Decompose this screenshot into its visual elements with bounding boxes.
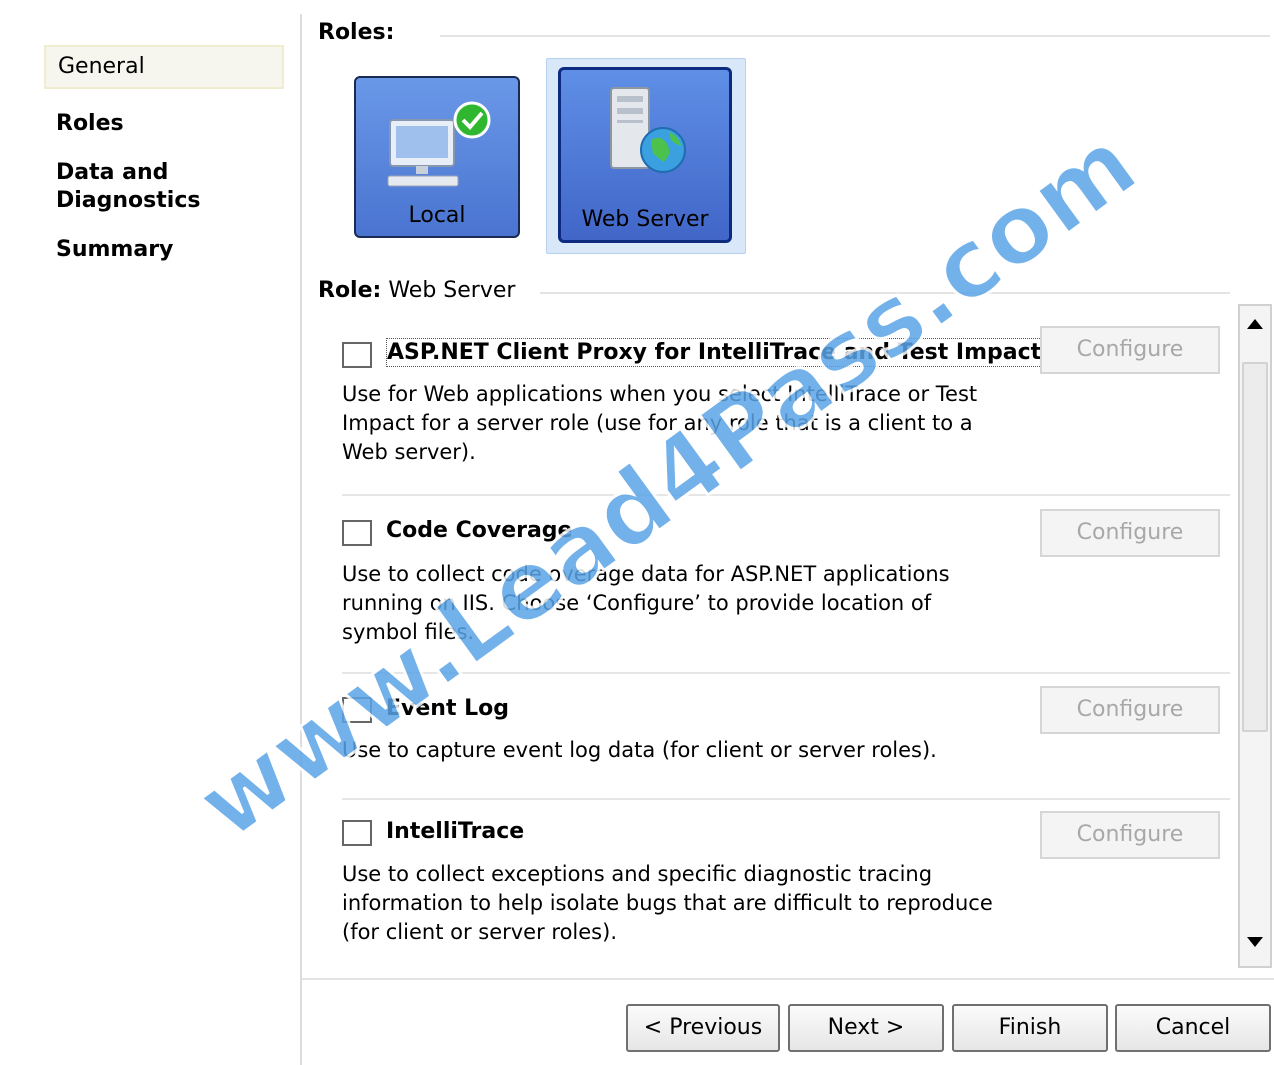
item-description: Use to collect exceptions and specific d… bbox=[342, 860, 1042, 947]
role-tile-label: Local bbox=[408, 203, 466, 228]
role-heading-label: Role: bbox=[318, 278, 382, 303]
configure-button-event-log[interactable]: Configure bbox=[1040, 686, 1220, 734]
cancel-button[interactable]: Cancel bbox=[1115, 1004, 1271, 1052]
item-title: Event Log bbox=[386, 696, 510, 721]
item-description: Use for Web applications when you select… bbox=[342, 380, 1032, 467]
scroll-down-arrow-icon[interactable] bbox=[1244, 932, 1266, 952]
item-description: Use to capture event log data (for clien… bbox=[342, 736, 1032, 765]
nav-item-summary[interactable]: Summary bbox=[44, 230, 284, 270]
desc-line: Web server). bbox=[342, 440, 476, 464]
configure-button-asp-net-client-proxy[interactable]: Configure bbox=[1040, 326, 1220, 374]
previous-button[interactable]: < Previous bbox=[626, 1004, 780, 1052]
desc-line: running on IIS. Choose ‘Configure’ to pr… bbox=[342, 591, 932, 615]
checkbox-asp-net-client-proxy[interactable] bbox=[342, 342, 372, 368]
computer-check-icon bbox=[387, 101, 491, 187]
item-description: Use to collect code overage data for ASP… bbox=[342, 560, 1032, 647]
footer-divider bbox=[302, 978, 1274, 980]
role-heading-line bbox=[540, 292, 1230, 294]
scroll-up-arrow-icon[interactable] bbox=[1244, 314, 1266, 334]
finish-button[interactable]: Finish bbox=[952, 1004, 1108, 1052]
role-tile-web-server-wrap: Web Server bbox=[546, 58, 746, 254]
desc-line: (for client or server roles). bbox=[342, 920, 617, 944]
role-heading-value: Web Server bbox=[388, 278, 516, 303]
desc-line: Impact for a server role (use for any ro… bbox=[342, 411, 973, 435]
item-title: IntelliTrace bbox=[386, 819, 525, 844]
item-separator bbox=[342, 494, 1230, 496]
nav-item-general[interactable]: General bbox=[44, 45, 284, 89]
checkbox-event-log[interactable] bbox=[342, 697, 372, 723]
checkbox-intellitrace[interactable] bbox=[342, 820, 372, 846]
roles-heading-line bbox=[440, 35, 1270, 37]
configure-button-intellitrace[interactable]: Configure bbox=[1040, 811, 1220, 859]
desc-line: Use to collect code overage data for ASP… bbox=[342, 562, 950, 586]
role-tile-label: Web Server bbox=[581, 207, 709, 232]
configure-button-code-coverage[interactable]: Configure bbox=[1040, 509, 1220, 557]
item-title[interactable]: ASP.NET Client Proxy for IntelliTrace an… bbox=[386, 338, 1053, 367]
item-separator bbox=[342, 672, 1230, 674]
nav-item-roles[interactable]: Roles bbox=[44, 104, 284, 144]
checkbox-code-coverage[interactable] bbox=[342, 520, 372, 546]
item-separator bbox=[342, 798, 1230, 800]
role-tile-local[interactable]: Local bbox=[354, 76, 520, 238]
role-heading: Role: Web Server bbox=[318, 278, 515, 303]
role-tile-local-wrap: Local bbox=[348, 70, 526, 244]
desc-line: symbol files. bbox=[342, 620, 475, 644]
item-title: Code Coverage bbox=[386, 518, 573, 543]
desc-line: Use to capture event log data (for clien… bbox=[342, 738, 937, 762]
roles-heading: Roles: bbox=[318, 20, 395, 45]
role-tile-web-server[interactable]: Web Server bbox=[558, 67, 732, 243]
nav-divider bbox=[300, 14, 302, 1065]
desc-line: Use to collect exceptions and specific d… bbox=[342, 862, 933, 886]
next-button[interactable]: Next > bbox=[788, 1004, 944, 1052]
desc-line: Use for Web applications when you select… bbox=[342, 382, 978, 406]
scrollbar-thumb[interactable] bbox=[1242, 362, 1268, 732]
desc-line: information to help isolate bugs that ar… bbox=[342, 891, 993, 915]
web-server-globe-icon bbox=[610, 87, 686, 173]
nav-item-data-and-diagnostics[interactable]: Data and Diagnostics bbox=[44, 153, 284, 221]
